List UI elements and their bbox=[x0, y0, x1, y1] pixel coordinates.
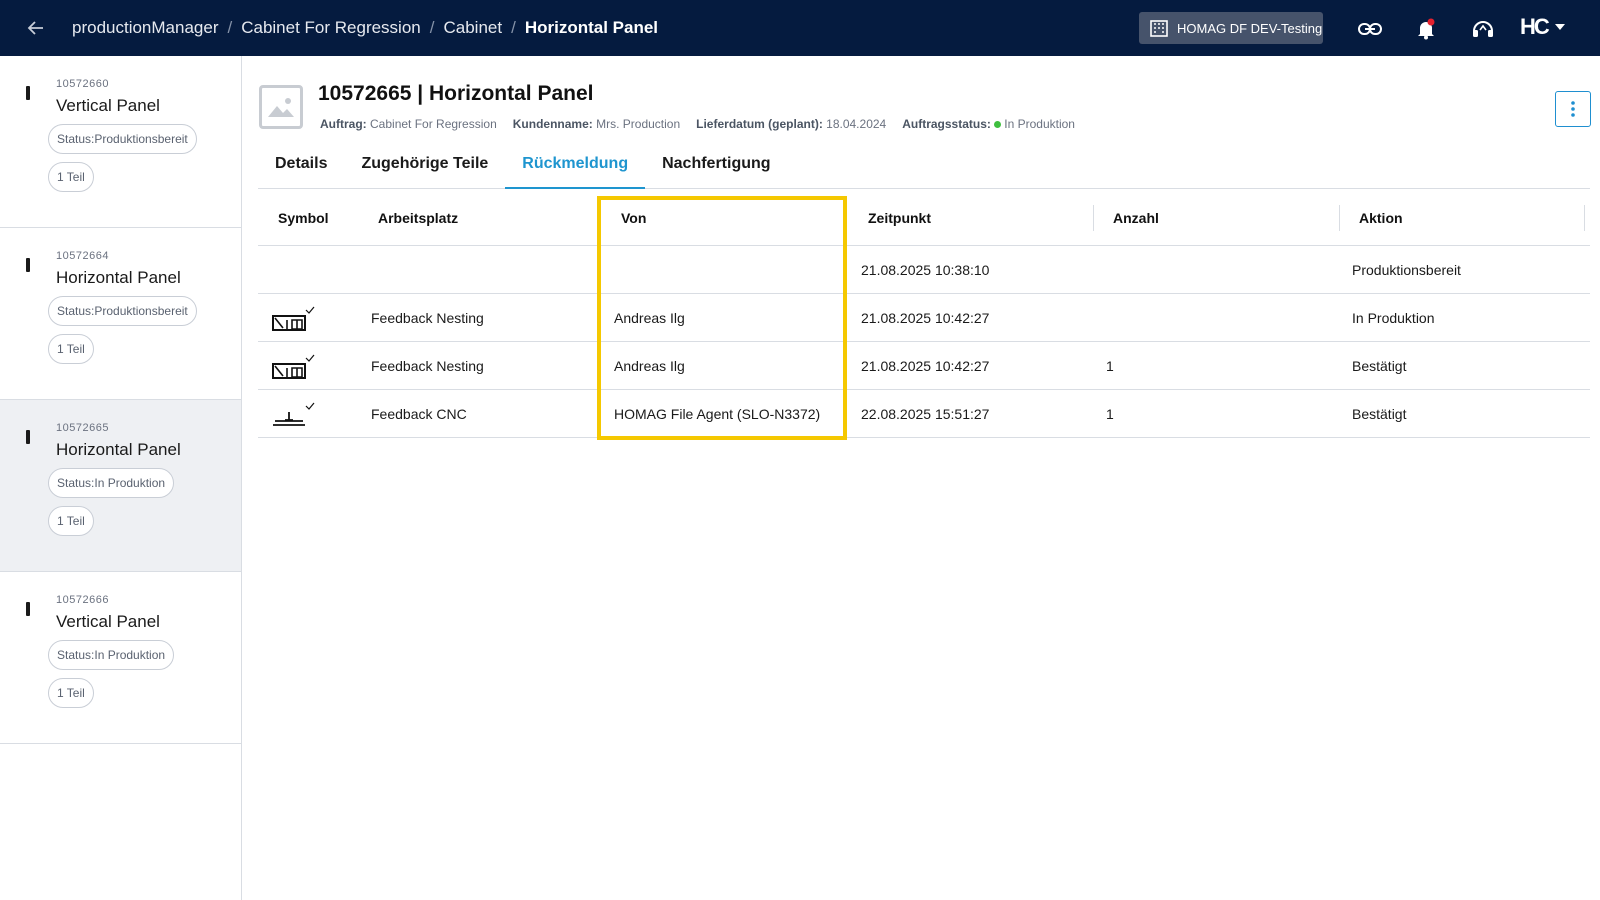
count-chip: 1 Teil bbox=[48, 334, 94, 364]
status-chip: Status:In Produktion bbox=[48, 640, 175, 670]
status-chip: Status:Produktionsbereit bbox=[48, 296, 197, 326]
tab-feedback[interactable]: Rückmeldung bbox=[505, 150, 646, 189]
image-placeholder-icon bbox=[268, 98, 294, 117]
feedback-table: Symbol Arbeitsplatz Von Zeitpunkt Anzahl… bbox=[258, 189, 1590, 438]
part-id: 10572665 bbox=[56, 422, 109, 434]
tab-rework[interactable]: Nachfertigung bbox=[645, 150, 787, 189]
status-chip: Status:Produktionsbereit bbox=[48, 124, 197, 154]
part-title: Horizontal Panel bbox=[56, 440, 181, 459]
status-dot bbox=[994, 121, 1002, 129]
count-chip: 1 Teil bbox=[48, 678, 94, 708]
cell-time: 21.08.2025 10:38:10 bbox=[861, 262, 990, 278]
table-row[interactable]: 21.08.2025 10:38:10 Produktionsbereit bbox=[258, 246, 1590, 294]
support-button[interactable] bbox=[1470, 16, 1496, 42]
meta-order: Auftrag: Cabinet For Regression bbox=[320, 117, 497, 131]
part-title: Horizontal Panel bbox=[56, 268, 181, 287]
breadcrumb-item-article[interactable]: Cabinet bbox=[443, 18, 502, 38]
drag-handle bbox=[26, 602, 30, 616]
cell-quantity: 1 bbox=[1106, 358, 1114, 374]
breadcrumb-item-order[interactable]: Cabinet For Regression bbox=[241, 18, 421, 38]
breadcrumb-separator: / bbox=[227, 18, 233, 37]
part-title: Vertical Panel bbox=[56, 96, 160, 115]
tenant-selector[interactable]: HOMAG DF DEV-Testing bbox=[1139, 12, 1323, 44]
cell-quantity: 1 bbox=[1106, 406, 1114, 422]
headset-icon bbox=[1473, 21, 1493, 37]
cell-action: Bestätigt bbox=[1352, 406, 1407, 422]
part-id: 10572660 bbox=[56, 78, 109, 90]
breadcrumb: productionManager / Cabinet For Regressi… bbox=[72, 18, 658, 38]
sidebar-item-selected[interactable]: 10572665 Horizontal Panel Status:In Prod… bbox=[0, 400, 241, 572]
nesting-icon bbox=[272, 306, 316, 335]
column-header-workplace[interactable]: Arbeitsplatz bbox=[378, 210, 458, 226]
brand-logo: HC bbox=[1520, 14, 1550, 39]
column-divider bbox=[1339, 205, 1340, 231]
nesting-icon bbox=[272, 354, 316, 383]
part-id: 10572664 bbox=[56, 250, 109, 262]
notifications-button[interactable] bbox=[1413, 16, 1439, 42]
account-menu[interactable]: HC bbox=[1520, 14, 1566, 40]
sidebar-item[interactable]: 10572666 Vertical Panel Status:In Produk… bbox=[0, 572, 241, 744]
meta-order-status: Auftragsstatus: In Produktion bbox=[902, 117, 1075, 131]
cell-workplace: Feedback Nesting bbox=[371, 310, 484, 326]
tab-details[interactable]: Details bbox=[258, 150, 344, 189]
table-row[interactable]: Feedback CNC HOMAG File Agent (SLO-N3372… bbox=[258, 390, 1590, 438]
column-divider bbox=[1093, 205, 1094, 231]
drag-handle bbox=[26, 86, 30, 100]
column-divider bbox=[1584, 205, 1585, 231]
caret-down-icon bbox=[1554, 24, 1565, 30]
sidebar-item[interactable]: 10572664 Horizontal Panel Status:Produkt… bbox=[0, 228, 241, 400]
cell-time: 21.08.2025 10:42:27 bbox=[861, 310, 990, 326]
part-thumbnail bbox=[259, 85, 303, 129]
cell-action: Produktionsbereit bbox=[1352, 262, 1461, 278]
cnc-icon bbox=[272, 402, 316, 431]
arrow-left-icon bbox=[27, 21, 43, 35]
drag-handle bbox=[26, 430, 30, 444]
part-title: Vertical Panel bbox=[56, 612, 160, 631]
more-options-button[interactable] bbox=[1555, 91, 1591, 127]
detail-tabs: Details Zugehörige Teile Rückmeldung Nac… bbox=[258, 150, 1590, 189]
table-header: Symbol Arbeitsplatz Von Zeitpunkt Anzahl… bbox=[258, 189, 1590, 246]
cell-action: In Produktion bbox=[1352, 310, 1435, 326]
cell-workplace: Feedback CNC bbox=[371, 406, 467, 422]
cell-time: 22.08.2025 15:51:27 bbox=[861, 406, 990, 422]
breadcrumb-item-current: Horizontal Panel bbox=[524, 18, 659, 37]
meta-customer: Kundenname: Mrs. Production bbox=[512, 117, 681, 131]
back-button[interactable] bbox=[0, 0, 72, 56]
page-title: 10572665 | Horizontal Panel bbox=[318, 82, 594, 105]
cell-time: 21.08.2025 10:42:27 bbox=[861, 358, 990, 374]
column-header-action[interactable]: Aktion bbox=[1359, 210, 1403, 226]
tenant-label: HOMAG DF DEV-Testing bbox=[1177, 20, 1323, 36]
building-icon bbox=[1150, 20, 1168, 37]
breadcrumb-separator: / bbox=[429, 18, 435, 37]
count-chip: 1 Teil bbox=[48, 506, 94, 536]
part-list-sidebar: 10572660 Vertical Panel Status:Produktio… bbox=[0, 56, 242, 900]
cell-workplace: Feedback Nesting bbox=[371, 358, 484, 374]
von-column-highlight bbox=[597, 196, 847, 440]
tab-related-parts[interactable]: Zugehörige Teile bbox=[344, 150, 505, 189]
more-vertical-icon bbox=[1571, 101, 1575, 117]
bell-icon bbox=[1418, 18, 1435, 40]
status-chip: Status:In Produktion bbox=[48, 468, 175, 498]
column-header-symbol[interactable]: Symbol bbox=[278, 210, 329, 226]
order-meta: Auftrag: Cabinet For Regression Kundenna… bbox=[320, 117, 1075, 131]
top-bar: productionManager / Cabinet For Regressi… bbox=[0, 0, 1600, 56]
breadcrumb-item-app[interactable]: productionManager bbox=[72, 18, 218, 38]
breadcrumb-separator: / bbox=[511, 18, 516, 37]
cell-action: Bestätigt bbox=[1352, 358, 1407, 374]
column-header-quantity[interactable]: Anzahl bbox=[1113, 210, 1159, 226]
column-header-time[interactable]: Zeitpunkt bbox=[868, 210, 931, 226]
count-chip: 1 Teil bbox=[48, 162, 94, 192]
meta-delivery-date: Lieferdatum (geplant): 18.04.2024 bbox=[696, 117, 887, 131]
part-id: 10572666 bbox=[56, 594, 109, 606]
link-icon bbox=[1358, 23, 1382, 35]
sidebar-item[interactable]: 10572660 Vertical Panel Status:Produktio… bbox=[0, 56, 241, 228]
table-row[interactable]: Feedback Nesting Andreas Ilg 21.08.2025 … bbox=[258, 294, 1590, 342]
link-button[interactable] bbox=[1357, 16, 1383, 42]
drag-handle bbox=[26, 258, 30, 272]
table-row[interactable]: Feedback Nesting Andreas Ilg 21.08.2025 … bbox=[258, 342, 1590, 390]
